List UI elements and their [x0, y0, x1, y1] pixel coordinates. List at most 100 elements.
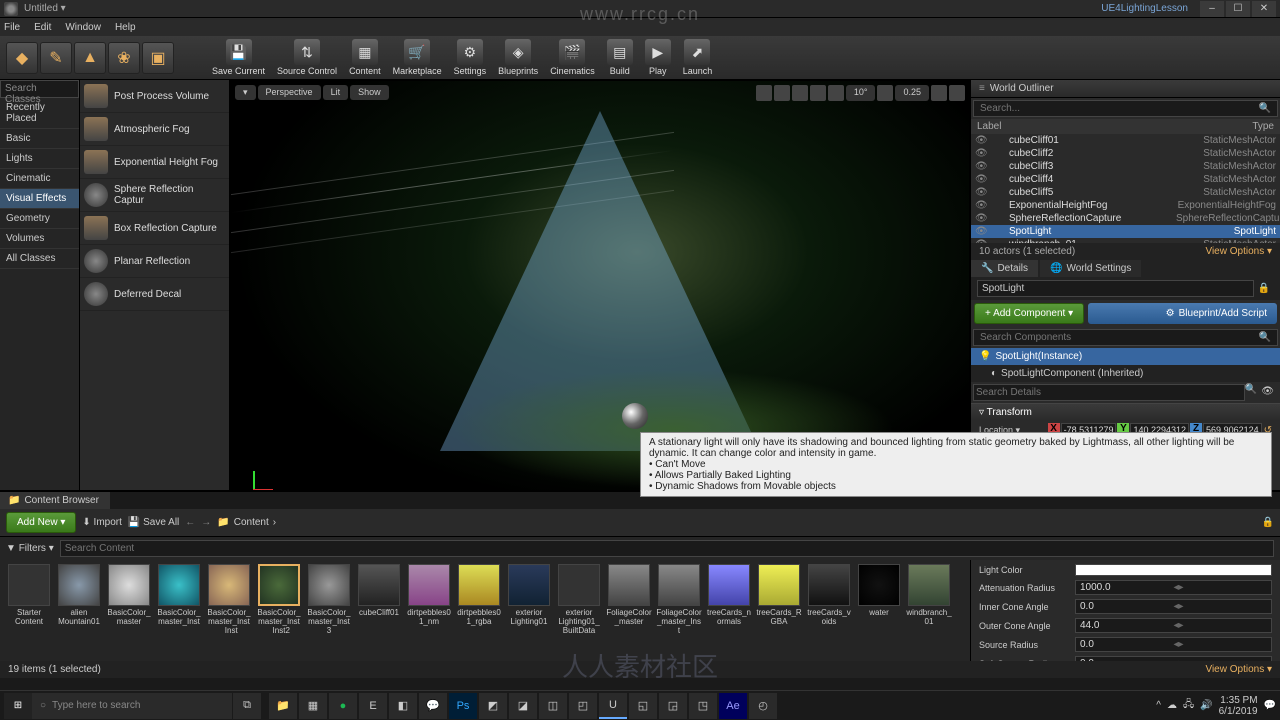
- outliner-search[interactable]: [980, 103, 1259, 114]
- app-icon[interactable]: ◱: [629, 693, 657, 719]
- eye-icon[interactable]: 👁: [975, 187, 989, 198]
- content-browser-tab[interactable]: 📁Content Browser: [0, 492, 110, 509]
- actor-deferred-decal[interactable]: Deferred Decal: [80, 278, 229, 311]
- search-classes-input[interactable]: Search Classes: [0, 80, 79, 98]
- vp-translate-icon[interactable]: [756, 85, 772, 101]
- place-mode-icon[interactable]: ◆: [6, 42, 38, 74]
- inner-cone-angle[interactable]: 0.0◂▸: [1075, 599, 1272, 614]
- content-item[interactable]: treeCards_voids: [806, 564, 852, 634]
- component-root[interactable]: 💡SpotLight(Instance): [971, 348, 1280, 365]
- content-item[interactable]: alien Mountain01: [56, 564, 102, 634]
- eye-icon[interactable]: 👁: [975, 213, 989, 224]
- outliner-row[interactable]: 👁cubeCliff3StaticMeshActor: [971, 160, 1280, 173]
- search-icon[interactable]: 🔍: [1245, 384, 1257, 401]
- ue4-icon[interactable]: U: [599, 693, 627, 719]
- app-icon[interactable]: ◧: [389, 693, 417, 719]
- blueprints-button[interactable]: ◈Blueprints: [498, 39, 538, 76]
- tray-chevron-icon[interactable]: ^: [1156, 700, 1161, 711]
- tray-onedrive-icon[interactable]: ☁: [1167, 700, 1177, 711]
- col-type[interactable]: Type: [1252, 121, 1274, 132]
- vp-snap-scale[interactable]: 0.25: [895, 85, 929, 101]
- actor-sphere-reflection[interactable]: Sphere Reflection Captur: [80, 179, 229, 212]
- breadcrumb-content[interactable]: Content: [234, 517, 269, 528]
- col-label[interactable]: Label: [977, 121, 1252, 132]
- content-item[interactable]: dirtpebbles01_rgba: [456, 564, 502, 634]
- import-button[interactable]: ⬇ Import: [82, 517, 122, 528]
- tray-volume-icon[interactable]: 🔊: [1200, 700, 1212, 711]
- content-button[interactable]: ▦Content: [349, 39, 381, 76]
- geometry-mode-icon[interactable]: ▣: [142, 42, 174, 74]
- content-item[interactable]: BasicColor_master_Inst3: [306, 564, 352, 634]
- app-icon[interactable]: ◰: [569, 693, 597, 719]
- actor-post-process[interactable]: Post Process Volume: [80, 80, 229, 113]
- vp-scale-icon[interactable]: [792, 85, 808, 101]
- save-all-button[interactable]: 💾 Save All: [128, 517, 179, 528]
- outliner-row[interactable]: 👁cubeCliff01StaticMeshActor: [971, 134, 1280, 147]
- eye-icon[interactable]: 👁: [975, 161, 989, 172]
- minimize-button[interactable]: –: [1200, 1, 1224, 17]
- content-item[interactable]: treeCards_RGBA: [756, 564, 802, 634]
- taskbar-search[interactable]: ○Type here to search: [32, 693, 232, 719]
- notifications-icon[interactable]: 💬: [1264, 700, 1276, 711]
- content-item[interactable]: treeCards_normals: [706, 564, 752, 634]
- search-details[interactable]: [973, 384, 1245, 401]
- vp-camera-speed-icon[interactable]: [931, 85, 947, 101]
- landscape-mode-icon[interactable]: ▲: [74, 42, 106, 74]
- tray-network-icon[interactable]: 🖧: [1183, 697, 1194, 714]
- start-button[interactable]: ⊞: [4, 693, 32, 719]
- close-button[interactable]: ✕: [1252, 1, 1276, 17]
- marketplace-button[interactable]: 🛒Marketplace: [393, 39, 442, 76]
- source-radius[interactable]: 0.0◂▸: [1075, 637, 1272, 652]
- mode-cat-cinematic[interactable]: Cinematic: [0, 169, 79, 189]
- content-item[interactable]: BasicColor_master_Inst: [156, 564, 202, 634]
- menu-edit[interactable]: Edit: [34, 22, 51, 33]
- mode-cat-volumes[interactable]: Volumes: [0, 229, 79, 249]
- settings-button[interactable]: ⚙Settings: [454, 39, 487, 76]
- nav-back-icon[interactable]: ←: [185, 517, 195, 528]
- soft-source-radius[interactable]: 0.0◂▸: [1075, 656, 1272, 661]
- vp-snap-angle[interactable]: 10°: [846, 85, 876, 101]
- menu-window[interactable]: Window: [65, 22, 101, 33]
- eye-icon[interactable]: 👁: [975, 148, 989, 159]
- eye-icon[interactable]: 👁: [975, 135, 989, 146]
- outer-cone-angle[interactable]: 44.0◂▸: [1075, 618, 1272, 633]
- cinematics-button[interactable]: 🎬Cinematics: [550, 39, 595, 76]
- spotify-icon[interactable]: ●: [329, 693, 357, 719]
- eye-icon[interactable]: 👁: [975, 200, 989, 211]
- nav-forward-icon[interactable]: →: [201, 517, 211, 528]
- ae-icon[interactable]: Ae: [719, 693, 747, 719]
- component-light[interactable]: ◐SpotLightComponent (Inherited): [971, 365, 1280, 382]
- category-transform[interactable]: ▿ Transform: [971, 403, 1280, 421]
- actor-exponential-fog[interactable]: Exponential Height Fog: [80, 146, 229, 179]
- content-item[interactable]: dirtpebbles01_nm: [406, 564, 452, 634]
- content-item[interactable]: FoliageColor_master_Inst: [656, 564, 702, 634]
- search-content-input[interactable]: [60, 540, 1274, 557]
- content-item[interactable]: BasicColor_master: [106, 564, 152, 634]
- taskview-icon[interactable]: ⧉: [233, 693, 261, 719]
- content-item[interactable]: windbranch_01: [906, 564, 952, 634]
- search-icon[interactable]: 🔍: [1259, 103, 1271, 114]
- outliner-row[interactable]: 👁cubeCliff4StaticMeshActor: [971, 173, 1280, 186]
- menu-file[interactable]: File: [4, 22, 20, 33]
- app-icon[interactable]: ◴: [749, 693, 777, 719]
- launch-button[interactable]: ⬈Launch: [683, 39, 713, 76]
- foliage-mode-icon[interactable]: ❀: [108, 42, 140, 74]
- menu-help[interactable]: Help: [115, 22, 136, 33]
- add-component-button[interactable]: + Add Component ▾: [974, 303, 1084, 324]
- mode-cat-geometry[interactable]: Geometry: [0, 209, 79, 229]
- outliner-row[interactable]: 👁cubeCliff5StaticMeshActor: [971, 186, 1280, 199]
- content-item[interactable]: cubeCliff01: [356, 564, 402, 634]
- vp-snap-grid-icon[interactable]: [828, 85, 844, 101]
- outliner-view-options[interactable]: View Options ▾: [1205, 246, 1272, 257]
- app-icon[interactable]: ◪: [509, 693, 537, 719]
- light-color-swatch[interactable]: [1075, 564, 1272, 576]
- content-item[interactable]: exterior Lighting01: [506, 564, 552, 634]
- actor-name-field[interactable]: [977, 280, 1254, 297]
- content-item[interactable]: BasicColor_master_Inst_Inst: [206, 564, 252, 634]
- viewport-lit[interactable]: Lit: [323, 85, 349, 100]
- search-icon[interactable]: 🔍: [1259, 332, 1271, 343]
- cb-view-options[interactable]: View Options ▾: [1205, 664, 1272, 675]
- attenuation-radius[interactable]: 1000.0◂▸: [1075, 580, 1272, 595]
- eye-icon[interactable]: 👁: [975, 174, 989, 185]
- mode-cat-all[interactable]: All Classes: [0, 249, 79, 269]
